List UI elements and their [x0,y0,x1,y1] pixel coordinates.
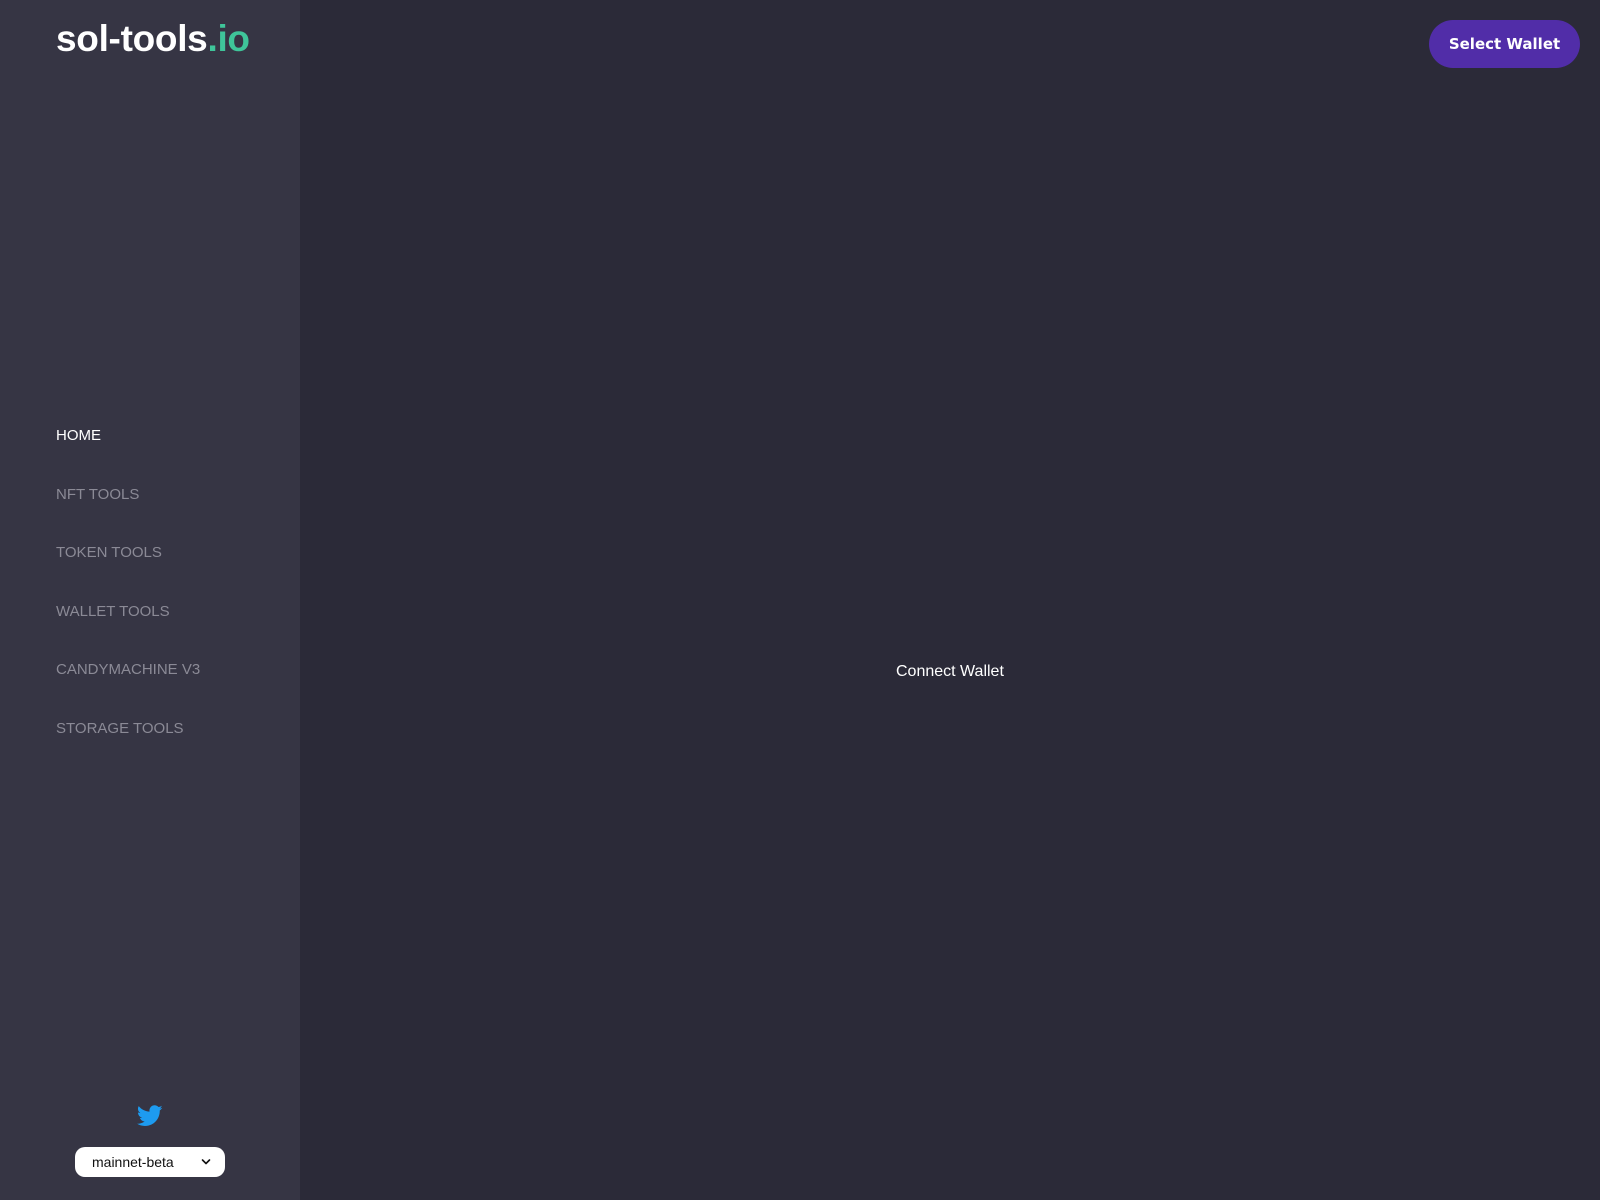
sidebar: sol-tools.io HOME NFT TOOLS TOKEN TOOLS … [0,0,300,1200]
network-selected-value: mainnet-beta [92,1154,174,1170]
sidebar-nav: HOME NFT TOOLS TOKEN TOOLS WALLET TOOLS … [56,424,200,775]
connect-wallet-message: Connect Wallet [896,663,1004,680]
sidebar-item-candymachine-v3[interactable]: CANDYMACHINE V3 [56,658,200,717]
select-wallet-button[interactable]: Select Wallet [1429,20,1580,68]
sidebar-item-home[interactable]: HOME [56,424,200,483]
logo-name: sol-tools [56,18,208,59]
app-root: sol-tools.io HOME NFT TOOLS TOKEN TOOLS … [0,0,1600,1200]
twitter-icon[interactable] [137,1105,163,1127]
sidebar-item-nft-tools[interactable]: NFT TOOLS [56,483,200,542]
logo-tld: .io [207,18,250,59]
network-select[interactable]: mainnet-beta [75,1147,225,1177]
sidebar-item-token-tools[interactable]: TOKEN TOOLS [56,541,200,600]
sidebar-item-storage-tools[interactable]: STORAGE TOOLS [56,717,200,776]
sidebar-item-wallet-tools[interactable]: WALLET TOOLS [56,600,200,659]
site-logo[interactable]: sol-tools.io [56,18,250,60]
chevron-down-icon [201,1159,211,1165]
